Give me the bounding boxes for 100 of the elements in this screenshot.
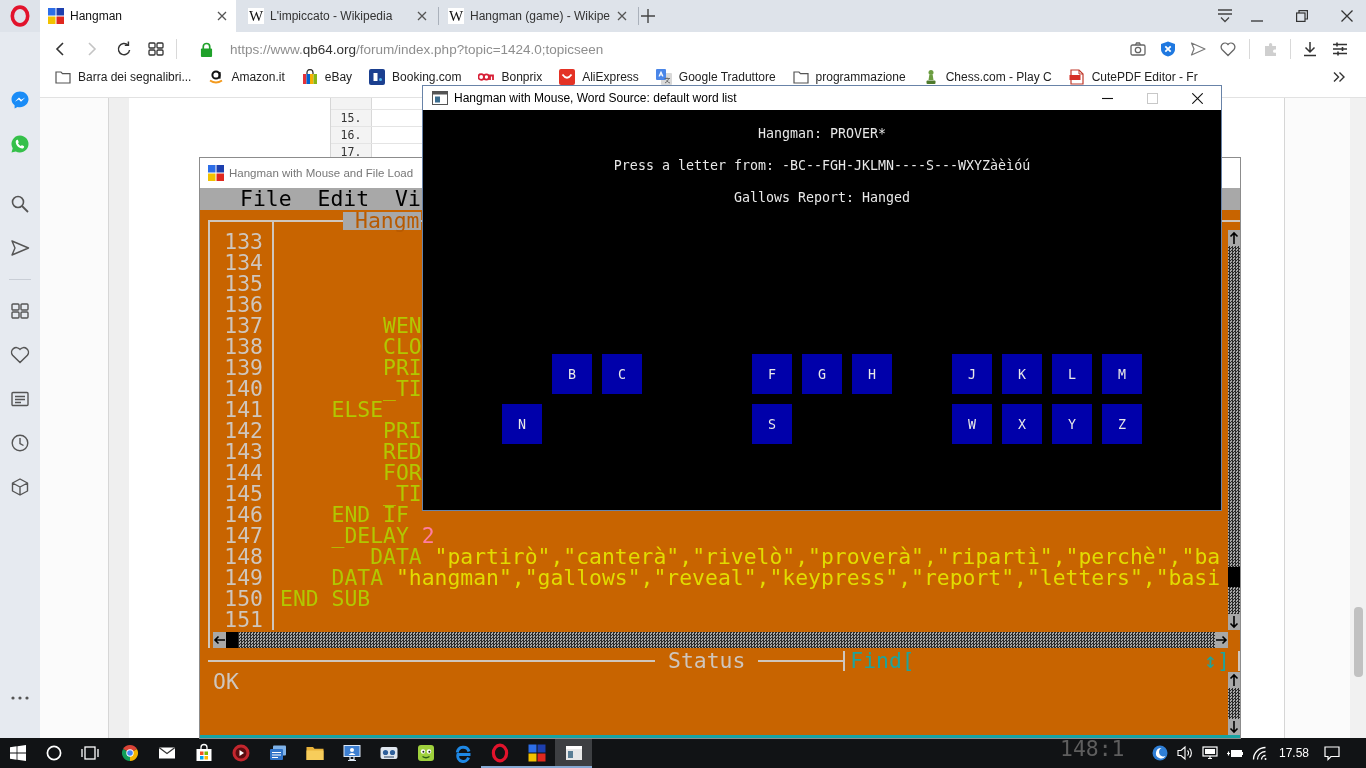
arrow-left-icon[interactable] [213,632,226,648]
chat-bubble-icon[interactable] [10,90,30,110]
reload-icon[interactable] [116,41,132,57]
restore-icon[interactable] [1296,10,1308,22]
ring-icon[interactable] [46,745,62,761]
arrow-right-icon[interactable] [1215,632,1228,648]
clock-text[interactable]: 17.58 [1278,746,1309,760]
newspaper-icon[interactable] [10,389,30,409]
arrow-up-icon[interactable] [1228,672,1240,688]
download-icon[interactable] [1302,41,1318,57]
window-stack-icon [267,743,288,763]
url-field[interactable]: https://www.qb64.org/forum/index.php?topic=1424.0;topicseen [230,41,604,57]
more-icon[interactable] [11,696,29,700]
line-number: 15. [339,111,363,125]
arrow-up-icon[interactable] [1228,230,1240,246]
letter-key[interactable]: X [1002,404,1042,444]
ring-logo-icon [489,743,510,763]
wifi-icon[interactable] [1252,745,1269,761]
close-icon[interactable] [217,11,227,21]
bookmark[interactable]: Chess.com - Play C [922,69,1052,85]
letter-key[interactable]: K [1002,354,1042,394]
letter-icon: W [448,8,464,24]
grid-icon[interactable] [148,41,164,57]
browser-tab[interactable]: W Hangman (game) - Wikipe [440,0,636,32]
letter-key[interactable]: M [1102,354,1142,394]
letter-icon: W [248,8,264,24]
square-tile-icon [369,69,386,85]
browser-tab[interactable]: W L'impiccato - Wikipedia [240,0,436,32]
ring-smile-icon [208,69,225,85]
shield-icon[interactable] [1160,41,1176,57]
letter-key[interactable]: J [952,354,992,394]
line-number: 16. [339,128,363,142]
letter-key[interactable]: L [1052,354,1092,394]
sliders-icon[interactable] [1332,41,1348,57]
menu-item[interactable]: File [240,188,292,210]
ring-logo-icon[interactable] [10,5,30,27]
volume-icon[interactable] [1177,745,1194,761]
letter-key[interactable]: G [802,354,842,394]
face-tile-icon [415,743,436,763]
bookmark[interactable]: Booking.com [369,69,462,85]
bookmark[interactable]: eBay [301,69,353,85]
lock-icon[interactable] [200,41,213,57]
arrow-down-icon[interactable] [1228,719,1240,735]
letter-key[interactable]: B [552,354,592,394]
vertical-scrollbar[interactable] [1228,230,1240,630]
send-icon[interactable] [1190,41,1206,57]
cube-icon[interactable] [10,477,30,497]
scrollbar-thumb[interactable] [1228,567,1240,587]
line-number: 17. [339,145,363,159]
letter-key[interactable]: S [752,404,792,444]
crescent-icon[interactable] [1152,745,1169,761]
bookmark[interactable]: Barra dei segnalibri... [55,69,192,85]
monitor-icon [341,743,362,763]
taskbar-button[interactable] [555,738,592,768]
search-icon[interactable] [10,194,30,214]
clock-icon[interactable] [10,433,30,453]
plus-icon[interactable] [641,9,655,23]
shopping-bag-icon [301,69,318,85]
windows-logo-icon[interactable] [10,745,26,761]
arrow-down-icon[interactable] [1228,614,1240,630]
bookmark[interactable]: Google Traduttore [655,69,776,85]
monitor-icon[interactable] [1202,745,1219,761]
letter-key[interactable]: C [602,354,642,394]
tab-menu-icon[interactable] [1217,9,1233,23]
bookmark[interactable]: Bonprix [478,69,543,85]
close-icon[interactable] [1341,10,1353,22]
speech-bubble-icon[interactable] [1323,745,1340,761]
letter-key[interactable]: H [852,354,892,394]
task-view-icon[interactable] [81,745,99,761]
window-title: Hangman with Mouse, Word Source: default word list [454,91,737,105]
code-line: END SUB [280,586,371,611]
vertical-scrollbar[interactable] [1228,672,1240,735]
bookmark[interactable]: AliExpress [559,69,639,85]
letter-key[interactable]: W [952,404,992,444]
heart-icon[interactable] [1220,41,1236,57]
app-icon [208,165,224,181]
letter-key[interactable]: F [752,354,792,394]
bookmark[interactable]: CutePDF Editor - Fr [1068,69,1198,85]
double-chevron-icon[interactable] [1332,71,1346,83]
scrollbar-thumb[interactable] [1353,607,1363,677]
menu-item[interactable]: Vi [395,188,421,210]
send-icon[interactable] [10,238,30,258]
menu-item[interactable]: Edit [317,188,370,210]
close-icon[interactable] [1192,92,1203,104]
status-message: OK [213,672,239,692]
browser-tab[interactable]: Hangman [40,0,236,32]
bookmark[interactable]: Amazon.it [208,69,285,85]
folder-icon [55,69,71,85]
letter-key[interactable]: Z [1102,404,1142,444]
heart-icon[interactable] [10,345,30,365]
letter-key[interactable]: Y [1052,404,1092,444]
camera-icon[interactable] [1130,41,1146,57]
game-message: Press a letter from: -BC--FGH-JKLMN----S---WXYZàèìóú [613,158,1031,174]
bookmark[interactable]: programmazione [792,69,906,85]
page-scrollbar[interactable] [1350,98,1366,738]
cursor-position: 148:1 [1060,738,1125,760]
scrollbar-thumb[interactable] [226,632,238,648]
grid-icon[interactable] [10,301,30,321]
horizontal-scrollbar[interactable] [213,632,1228,648]
letter-key[interactable]: N [502,404,542,444]
